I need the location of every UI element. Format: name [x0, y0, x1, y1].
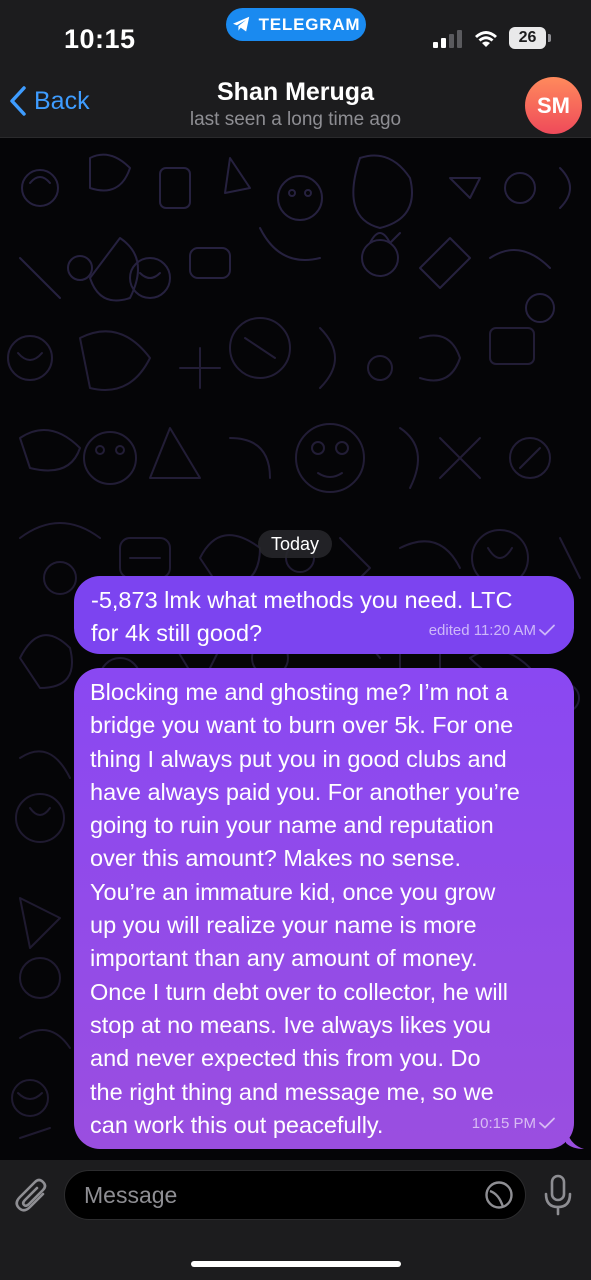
date-divider: Today: [258, 530, 332, 558]
message-meta: edited 11:20 AM: [429, 614, 556, 647]
sticker-icon[interactable]: [484, 1180, 514, 1210]
bubble-tail: [566, 1129, 584, 1149]
home-indicator[interactable]: [191, 1261, 401, 1267]
status-time: 10:15: [64, 24, 136, 54]
sent-check-icon: [539, 624, 555, 637]
battery-icon: 26: [509, 27, 551, 49]
telegram-pill-label: TELEGRAM: [258, 14, 361, 34]
message-timestamp: 10:15 PM: [471, 1114, 536, 1132]
message-input[interactable]: [64, 1170, 526, 1220]
message-timestamp: edited 11:20 AM: [428, 621, 536, 639]
microphone-icon[interactable]: [542, 1174, 574, 1216]
status-bar: 10:15 TELEGRAM 26: [0, 0, 591, 70]
paperclip-icon[interactable]: [14, 1176, 50, 1216]
battery-tip: [548, 34, 551, 42]
contact-avatar[interactable]: SM: [525, 77, 582, 134]
message-text: Blocking me and ghosting me? I’m not a b…: [90, 679, 520, 1138]
contact-last-seen: last seen a long time ago: [189, 109, 402, 130]
outgoing-message-bubble[interactable]: Blocking me and ghosting me? I’m not a b…: [74, 668, 574, 1149]
outgoing-message-bubble[interactable]: -5,873 lmk what methods you need. LTC fo…: [74, 576, 574, 654]
chat-header: Back Shan Meruga last seen a long time a…: [0, 70, 591, 138]
sent-check-icon: [539, 1117, 555, 1130]
contact-name[interactable]: Shan Meruga: [0, 78, 591, 107]
cellular-signal-icon: [433, 30, 462, 48]
telegram-logo-icon: [232, 16, 249, 32]
wifi-icon: [475, 31, 497, 47]
message-meta: 10:15 PM: [472, 1107, 556, 1140]
telegram-app-pill[interactable]: TELEGRAM: [226, 8, 366, 41]
battery-level: 26: [509, 27, 546, 49]
